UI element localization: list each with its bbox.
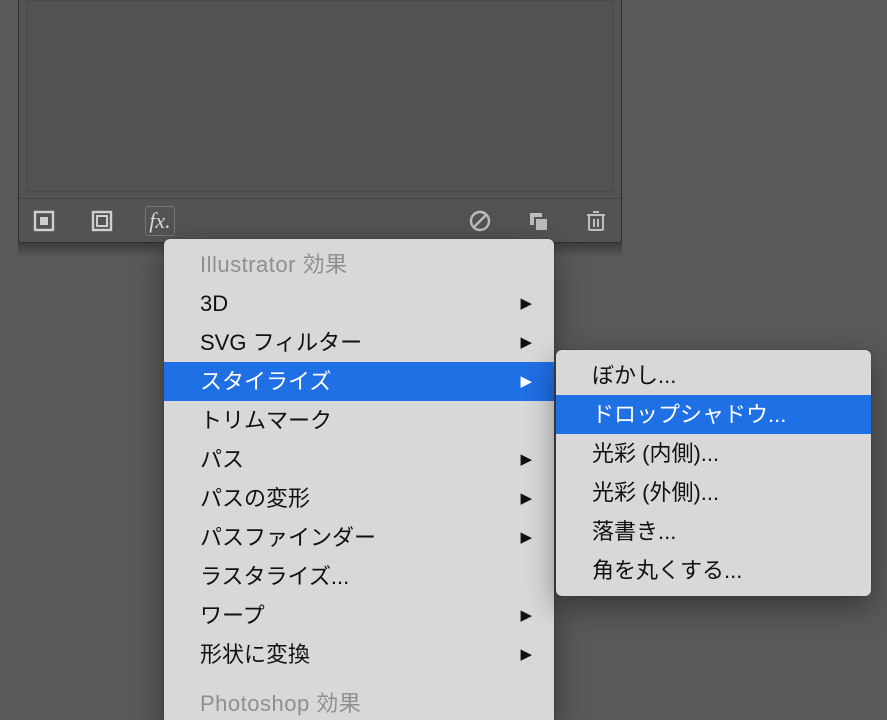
chevron-right-icon: ▶ [520,530,532,545]
new-style-button[interactable] [29,206,59,236]
delete-button[interactable] [581,206,611,236]
fx-effects-button[interactable]: fx. [145,206,175,236]
chevron-right-icon: ▶ [520,491,532,506]
outlined-square-icon [91,210,113,232]
fx-menu-header-illustrator: Illustrator 効果 [164,245,554,284]
chevron-right-icon: ▶ [520,452,532,467]
panel-content-area [27,0,613,192]
fx-menu-item-pathfinder[interactable]: パスファインダー▶ [164,518,554,557]
fx-menu-item-warp[interactable]: ワープ▶ [164,596,554,635]
clear-appearance-button[interactable] [465,206,495,236]
stylize-item-blur[interactable]: ぼかし... [556,356,871,395]
stylize-item-inner-glow[interactable]: 光彩 (内側)... [556,434,871,473]
duplicate-icon [527,210,549,232]
chevron-right-icon: ▶ [520,608,532,623]
fx-menu-item-convert-shape[interactable]: 形状に変換▶ [164,635,554,674]
fx-menu-item-stylize[interactable]: スタイライズ▶ [164,362,554,401]
stylize-item-drop-shadow[interactable]: ドロップシャドウ... [556,395,871,434]
panel: fx. [18,0,622,257]
fx-menu-item-path[interactable]: パス▶ [164,440,554,479]
chevron-right-icon: ▶ [520,647,532,662]
panel-body: fx. [18,0,622,243]
chevron-right-icon: ▶ [520,335,532,350]
filled-square-icon [33,210,55,232]
fx-menu-header-photoshop: Photoshop 効果 [164,684,554,720]
stylize-item-round-corners[interactable]: 角を丸くする... [556,551,871,590]
chevron-right-icon: ▶ [520,296,532,311]
stylize-item-scribble[interactable]: 落書き... [556,512,871,551]
style-options-button[interactable] [87,206,117,236]
trash-icon [585,209,607,233]
prohibit-icon [468,209,492,233]
fx-menu-item-trim-marks[interactable]: トリムマーク [164,401,554,440]
panel-toolbar: fx. [19,198,621,242]
fx-label: fx. [149,208,170,234]
fx-menu-item-3d[interactable]: 3D▶ [164,284,554,323]
fx-menu-item-distort-transform[interactable]: パスの変形▶ [164,479,554,518]
chevron-right-icon: ▶ [520,374,532,389]
duplicate-item-button[interactable] [523,206,553,236]
stylize-item-outer-glow[interactable]: 光彩 (外側)... [556,473,871,512]
stylize-submenu: ぼかし... ドロップシャドウ... 光彩 (内側)... 光彩 (外側)...… [556,350,871,596]
fx-menu-item-rasterize[interactable]: ラスタライズ... [164,557,554,596]
fx-menu-item-svg-filter[interactable]: SVG フィルター▶ [164,323,554,362]
fx-menu: Illustrator 効果 3D▶ SVG フィルター▶ スタイライズ▶ トリ… [164,239,554,720]
